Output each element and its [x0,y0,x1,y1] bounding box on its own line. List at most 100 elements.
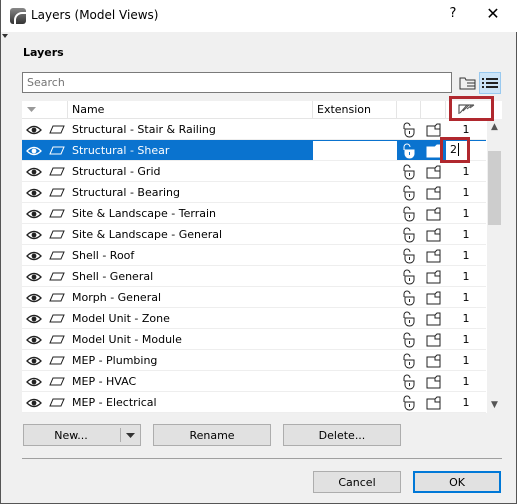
lock-icon[interactable] [400,119,416,140]
table-row[interactable]: Site & Landscape - Terrain 1 [22,203,486,224]
solid-view-icon[interactable] [426,224,442,245]
eye-icon[interactable] [26,392,42,413]
intersection-group-number[interactable]: 1 [446,308,486,329]
delete-button[interactable]: Delete... [283,424,401,446]
solid-view-icon[interactable] [426,266,442,287]
list-view-button[interactable] [479,72,501,94]
intersection-group-number[interactable]: 1 [446,182,486,203]
layer-type-icon [49,371,65,392]
lock-icon[interactable] [400,371,416,392]
table-row[interactable]: Model Unit - Zone 1 [22,308,486,329]
solid-view-icon[interactable] [426,287,442,308]
eye-icon[interactable] [26,161,42,182]
layer-name: Morph - General [72,291,162,304]
search-input[interactable] [22,72,452,93]
lock-icon[interactable] [400,287,416,308]
lock-icon[interactable] [400,308,416,329]
scroll-up-button[interactable]: ▲ [487,122,502,132]
intersection-group-number[interactable]: 1 [446,350,486,371]
close-button[interactable]: ✕ [481,4,505,23]
table-row[interactable]: Structural - Stair & Railing 1 [22,119,486,140]
layer-name: Structural - Stair & Railing [72,123,216,136]
scroll-thumb[interactable] [488,151,501,225]
intersection-group-number[interactable]: 1 [446,224,486,245]
eye-icon[interactable] [26,224,42,245]
table-row[interactable]: Structural - Grid 1 [22,161,486,182]
table-row[interactable]: Model Unit - Module 1 [22,329,486,350]
lock-icon[interactable] [400,140,416,161]
ok-button[interactable]: OK [413,471,501,493]
lock-icon[interactable] [400,350,416,371]
sort-down-icon [27,107,36,112]
eye-icon[interactable] [26,140,42,161]
eye-icon[interactable] [26,266,42,287]
extension-column-header[interactable]: Extension [313,101,397,119]
table-header: Name Extension [22,101,486,119]
lock-icon[interactable] [400,392,416,413]
table-row[interactable]: MEP - Electrical 1 [22,392,486,413]
solid-view-icon[interactable] [426,329,442,350]
extension-input[interactable] [313,141,397,160]
solid-view-icon[interactable] [426,350,442,371]
table-row[interactable]: Site & Landscape - General 1 [22,224,486,245]
wireframe-column-header[interactable] [421,101,446,119]
cancel-button[interactable]: Cancel [313,471,401,493]
archicad-logo-icon [10,8,26,24]
sort-column-header[interactable] [22,101,45,119]
eye-icon[interactable] [26,329,42,350]
collapse-arrow-icon[interactable] [2,34,8,38]
eye-icon[interactable] [26,203,42,224]
lock-icon[interactable] [400,203,416,224]
eye-icon[interactable] [26,371,42,392]
layer-name: Model Unit - Zone [72,312,170,325]
lock-icon[interactable] [400,224,416,245]
solid-view-icon[interactable] [426,392,442,413]
intersection-group-number[interactable]: 1 [446,392,486,413]
intersection-group-number[interactable]: 1 [446,371,486,392]
table-row[interactable]: Shell - General 1 [22,266,486,287]
table-row[interactable]: Shell - Roof 1 [22,245,486,266]
table-row[interactable]: Morph - General 1 [22,287,486,308]
type-column-header[interactable] [45,101,68,119]
intersection-group-number[interactable]: 1 [446,161,486,182]
rename-button[interactable]: Rename [153,424,271,446]
table-row[interactable]: MEP - HVAC 1 [22,371,486,392]
lock-icon[interactable] [400,161,416,182]
lock-icon[interactable] [400,266,416,287]
solid-view-icon[interactable] [426,161,442,182]
help-button[interactable]: ? [443,6,463,21]
layer-name: MEP - Electrical [72,396,157,409]
eye-icon[interactable] [26,245,42,266]
intersection-group-number[interactable]: 1 [446,287,486,308]
eye-icon[interactable] [26,287,42,308]
solid-view-icon[interactable] [426,308,442,329]
solid-view-icon[interactable] [426,203,442,224]
solid-view-icon[interactable] [426,182,442,203]
scroll-down-button[interactable]: ▼ [487,400,502,410]
eye-icon[interactable] [26,350,42,371]
name-column-header[interactable]: Name [68,101,313,119]
table-row[interactable]: Structural - Shear 2 [22,140,486,161]
table-row[interactable]: Structural - Bearing 1 [22,182,486,203]
folder-view-button[interactable] [457,72,479,94]
eye-icon[interactable] [26,308,42,329]
new-button-label: New... [54,428,88,442]
table-row[interactable]: MEP - Plumbing 1 [22,350,486,371]
lock-icon[interactable] [400,245,416,266]
new-button[interactable]: New... [23,424,141,446]
solid-view-icon[interactable] [426,371,442,392]
lock-column-header[interactable] [397,101,421,119]
list-icon [482,78,498,88]
solid-view-icon[interactable] [426,245,442,266]
intersection-group-number[interactable]: 1 [446,329,486,350]
scrollbar[interactable]: ▲ ▼ [487,119,502,413]
eye-icon[interactable] [26,119,42,140]
intersection-group-number[interactable]: 1 [446,266,486,287]
lock-icon[interactable] [400,182,416,203]
intersection-group-number[interactable]: 1 [446,245,486,266]
intersection-group-number[interactable]: 1 [446,203,486,224]
layer-type-icon [49,350,65,371]
lock-icon[interactable] [400,329,416,350]
eye-icon[interactable] [26,182,42,203]
dropdown-arrow-icon[interactable] [126,433,136,439]
